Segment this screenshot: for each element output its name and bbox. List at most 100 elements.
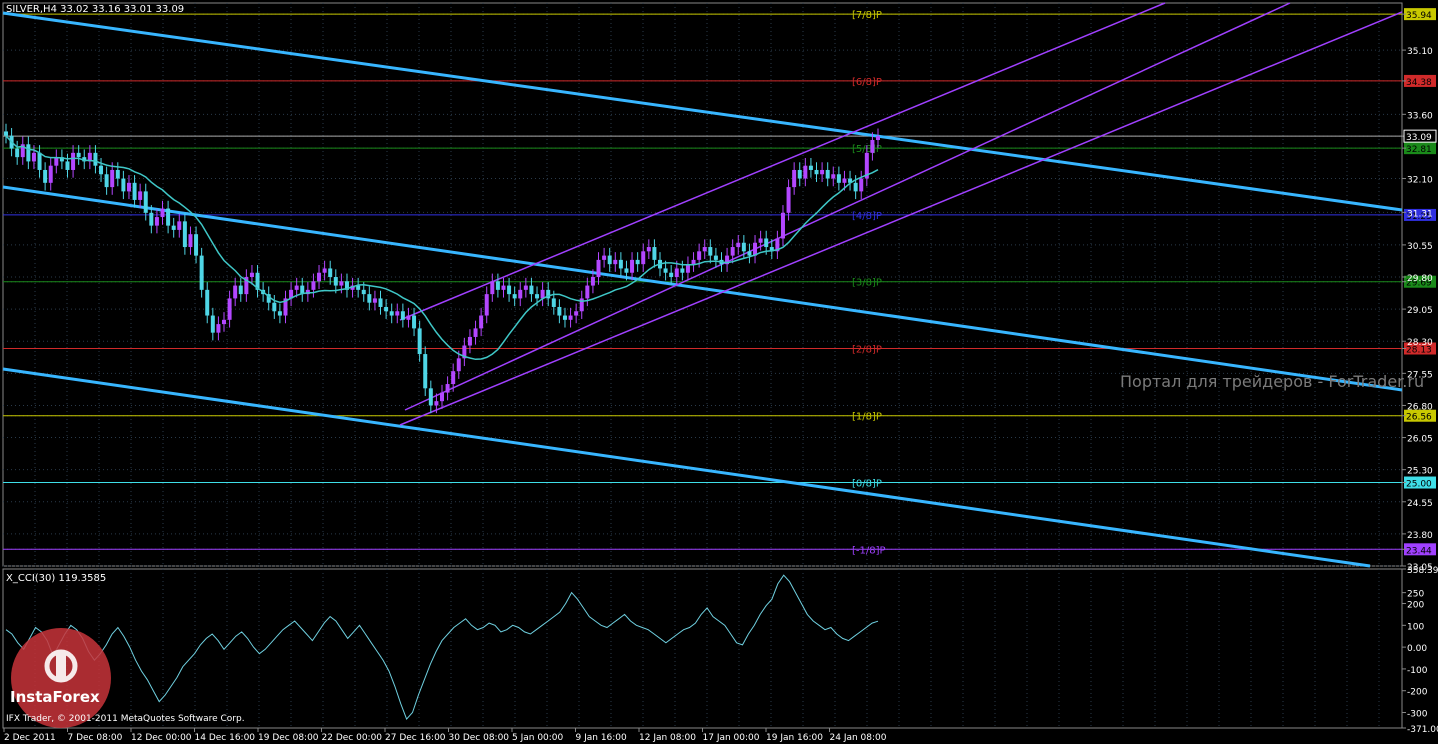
candle-body	[15, 148, 20, 158]
candle-body	[713, 255, 718, 260]
cci-line	[5, 574, 879, 721]
candle-body	[378, 298, 383, 307]
candle-body	[797, 169, 802, 179]
cci-tick-label: 0.00	[1407, 644, 1427, 654]
candle-body	[585, 285, 590, 299]
price-tick-label: 35.10	[1407, 47, 1433, 57]
murrey-label: [1/8]P	[852, 412, 882, 423]
candle-body	[758, 238, 763, 243]
price-tag-label: 23.44	[1406, 546, 1432, 556]
time-label: 12 Jan 08:00	[639, 733, 696, 743]
cci-panel-frame	[2, 568, 1403, 729]
candle-body	[4, 131, 8, 136]
candle-body	[780, 212, 785, 239]
candle-body	[708, 247, 713, 256]
candles	[4, 123, 880, 414]
candle-body	[876, 136, 880, 141]
candle-body	[417, 328, 422, 355]
candle-body	[43, 169, 48, 183]
candle-body	[551, 298, 556, 307]
candle-body	[674, 268, 679, 278]
candle-body	[294, 285, 299, 290]
candle-body	[333, 277, 338, 286]
candle-body	[831, 174, 836, 179]
candle-body	[395, 311, 400, 316]
trend-channels	[2, 2, 1403, 568]
time-label: 5 Jan 00:00	[512, 733, 564, 743]
candle-body	[467, 336, 472, 346]
candle-body	[434, 401, 439, 406]
symbol-info: SILVER,H4 33.02 33.16 33.01 33.09	[6, 4, 185, 15]
price-tick-label: 30.55	[1407, 242, 1433, 252]
candle-body	[412, 315, 417, 329]
candle-body	[641, 251, 646, 265]
candle-body	[205, 289, 210, 316]
watermark-text: Портал для трейдеров - ForTrader.ru	[1120, 372, 1425, 391]
candle-body	[691, 259, 696, 265]
murrey-label: [2/8]P	[852, 345, 882, 356]
candle-body	[210, 315, 215, 333]
price-tick-label: 28.30	[1407, 338, 1433, 348]
candle-body	[143, 191, 148, 213]
candle-body	[652, 247, 657, 260]
time-label: 22 Dec 00:00	[322, 733, 383, 743]
candle-body	[518, 289, 523, 299]
candle-body	[596, 259, 601, 278]
candle-body	[93, 152, 98, 166]
candle-body	[747, 251, 752, 256]
candle-body	[171, 225, 176, 230]
candle-body	[177, 221, 182, 230]
candle-body	[372, 298, 377, 303]
cci-tick-label: -371.007	[1407, 725, 1438, 735]
price-tick-label: 23.80	[1407, 531, 1433, 541]
candle-body	[630, 259, 635, 273]
candle-body	[836, 174, 841, 183]
candle-body	[568, 315, 573, 320]
price-panel-frame	[2, 2, 1403, 567]
murrey-label: [3/8]P	[852, 278, 882, 289]
candle-body	[238, 285, 243, 295]
channel-line-blue	[2, 11, 1403, 212]
price-tag-label: 32.81	[1406, 145, 1432, 155]
murrey-label: [4/8]P	[852, 211, 882, 222]
candle-body	[389, 311, 394, 316]
time-label: 14 Dec 16:00	[195, 733, 256, 743]
candle-body	[166, 208, 171, 226]
candle-body	[529, 285, 534, 295]
candle-body	[697, 251, 702, 260]
candle-body	[126, 182, 131, 192]
candle-body	[71, 152, 76, 170]
candle-body	[853, 182, 858, 192]
candle-body	[702, 247, 707, 252]
candle-body	[227, 298, 232, 320]
candle-body	[272, 302, 277, 312]
candle-body	[607, 255, 612, 265]
candle-body	[484, 294, 489, 316]
price-tag-label: 34.38	[1406, 78, 1432, 88]
candle-body	[400, 311, 405, 320]
murrey-levels: [7/8]P 35.94[6/8]P 34.38[5/8]P 32.81[4/8]P 3…	[3, 8, 1436, 556]
murrey-label: [0/8]P	[852, 479, 882, 490]
candle-body	[540, 289, 545, 299]
candle-body	[182, 221, 187, 248]
time-label: 30 Dec 08:00	[449, 733, 510, 743]
current-price-label: 33.09	[1406, 133, 1432, 143]
logo-text: InstaForex	[10, 688, 100, 706]
candle-body	[613, 259, 618, 265]
cci-tick-label: 250	[1407, 590, 1424, 600]
indicator-title: X_CCI(30) 119.3585	[6, 573, 107, 584]
time-label: 9 Jan 16:00	[576, 733, 628, 743]
candle-body	[736, 242, 741, 248]
candle-body	[26, 144, 31, 162]
time-axis: 2 Dec 2011 7 Dec 08:00 12 Dec 00:00 14 Dec …	[3, 728, 887, 743]
candle-body	[870, 140, 875, 153]
candle-body	[859, 178, 864, 192]
candle-body	[490, 281, 495, 295]
candle-body	[635, 259, 640, 265]
price-tag-label: 25.00	[1406, 480, 1432, 490]
moving-average	[5, 135, 879, 361]
cci-tick-label: 200	[1407, 601, 1424, 611]
cci-indicator: 358.3952502001000.00-100-200-300-371.007	[5, 566, 1438, 735]
price-tick-label: 32.10	[1407, 176, 1433, 186]
candle-body	[562, 315, 567, 320]
